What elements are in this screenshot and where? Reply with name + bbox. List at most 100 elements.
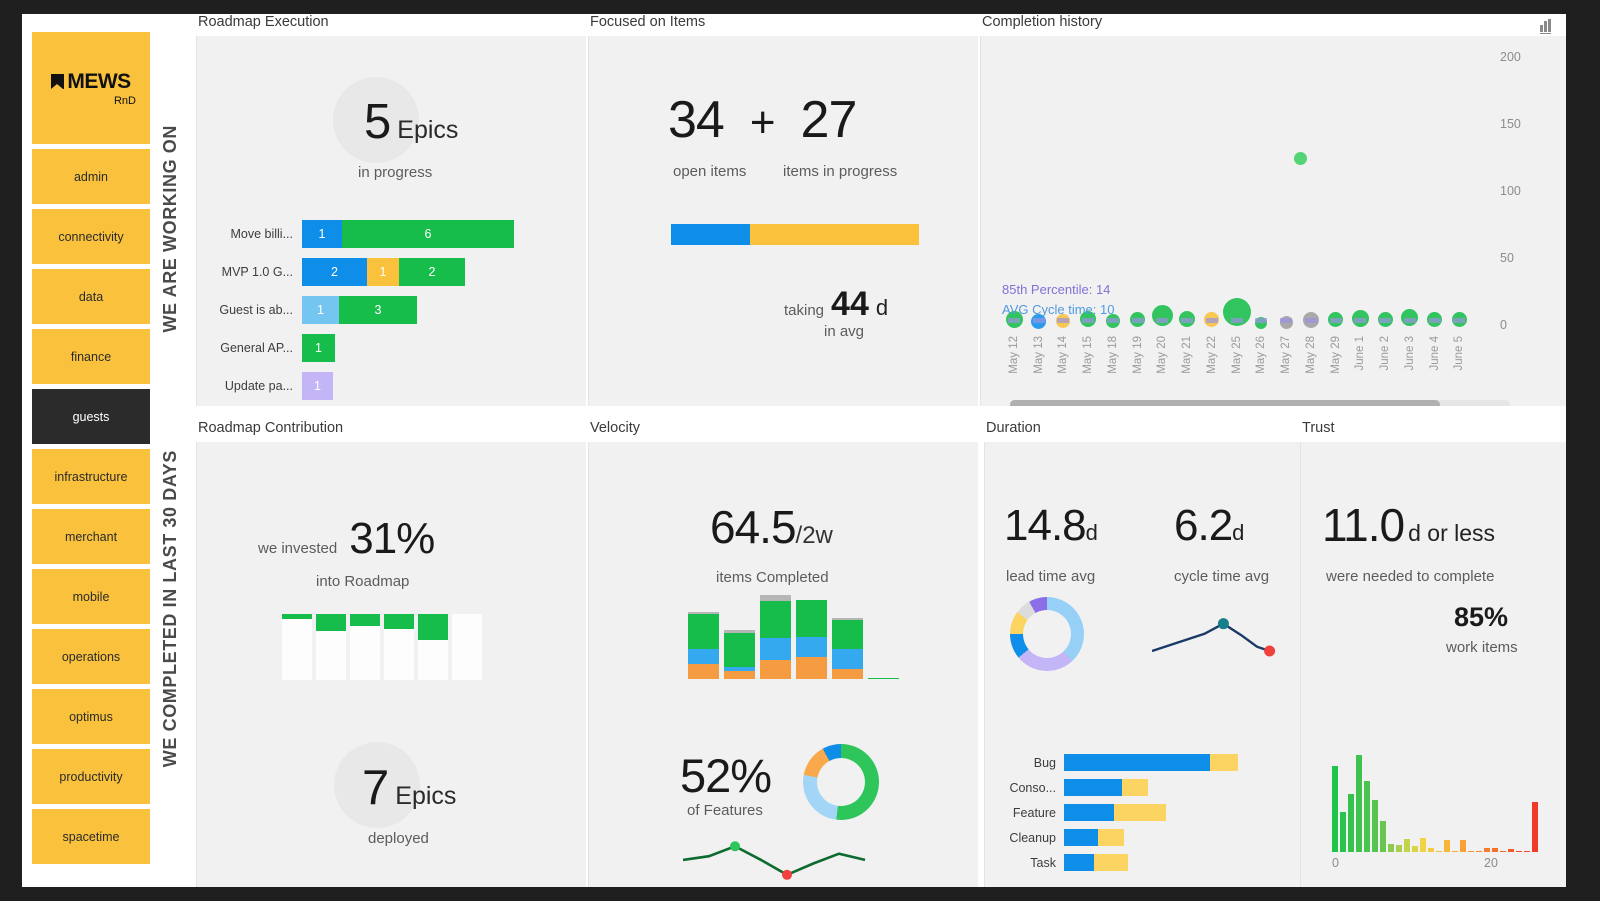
contribution-bar[interactable]: [384, 614, 414, 680]
contribution-bar[interactable]: [418, 614, 448, 680]
velocity-bar[interactable]: [796, 599, 827, 679]
panel-duration: Duration 14.8 d lead time avg 6.2 d cycl…: [984, 420, 1300, 887]
trust-histogram-bar[interactable]: [1492, 847, 1498, 852]
trust-histogram-bar[interactable]: [1412, 845, 1418, 852]
trust-histogram-bar[interactable]: [1524, 851, 1530, 852]
trust-histogram-bar[interactable]: [1396, 844, 1402, 852]
trust-histogram-bar[interactable]: [1452, 851, 1458, 852]
sidebar-item-spacetime[interactable]: spacetime: [32, 809, 150, 864]
trust-histogram-bar[interactable]: [1380, 820, 1386, 852]
items-in-progress-value: 27: [800, 91, 858, 149]
percentile-marker: [1354, 318, 1367, 323]
trust-histogram-bar[interactable]: [1532, 801, 1538, 852]
lead-time-caption: lead time avg: [1006, 568, 1096, 585]
duration-bar-segment[interactable]: [1064, 804, 1114, 821]
sidebar-item-data[interactable]: data: [32, 269, 150, 324]
roadmap-execution-row-bars: 16: [302, 220, 514, 248]
percentile-marker: [1082, 318, 1095, 323]
brand-logo-tile[interactable]: MEWS RnD: [32, 32, 150, 144]
roadmap-execution-bar-segment[interactable]: 1: [367, 258, 399, 286]
duration-bar-segment[interactable]: [1094, 854, 1128, 871]
trust-histogram-bar[interactable]: [1332, 765, 1338, 852]
completion-history-scrollbar[interactable]: [1010, 400, 1510, 406]
velocity-stacked-bars: [688, 594, 899, 679]
duration-bar-segment[interactable]: [1064, 829, 1098, 846]
velocity-bar[interactable]: [832, 617, 863, 679]
sidebar-item-label: mobile: [72, 589, 110, 604]
epics-value: 5: [364, 95, 391, 149]
trust-histogram-bar[interactable]: [1348, 794, 1354, 852]
duration-bar-segment[interactable]: [1064, 754, 1210, 771]
trust-histogram-bar[interactable]: [1364, 780, 1370, 852]
roadmap-execution-bar-segment[interactable]: 6: [342, 220, 514, 248]
trust-histogram: [1332, 742, 1542, 852]
trust-histogram-bar[interactable]: [1404, 839, 1410, 852]
roadmap-execution-bar-segment[interactable]: 1: [302, 220, 342, 248]
contribution-bar[interactable]: [282, 614, 312, 680]
trust-histogram-bar[interactable]: [1516, 851, 1522, 852]
sidebar-item-admin[interactable]: admin: [32, 149, 150, 204]
sidebar-item-infrastructure[interactable]: infrastructure: [32, 449, 150, 504]
duration-bar-segment[interactable]: [1098, 829, 1124, 846]
cycle-time-caption: cycle time avg: [1174, 568, 1270, 585]
panel-title-roadmap-contribution: Roadmap Contribution: [198, 420, 344, 436]
percentile-marker: [1453, 318, 1466, 323]
velocity-bar[interactable]: [724, 629, 755, 679]
trust-histogram-bar[interactable]: [1420, 838, 1426, 852]
trust-histogram-bar[interactable]: [1460, 840, 1466, 852]
contribution-bar[interactable]: [350, 614, 380, 680]
trust-histogram-bar[interactable]: [1356, 755, 1362, 852]
duration-bar-segment[interactable]: [1210, 754, 1238, 771]
velocity-bar[interactable]: [868, 678, 899, 679]
trust-stat: 11.0 d or less: [1322, 502, 1495, 548]
completion-history-point[interactable]: [1151, 305, 1173, 327]
trust-histogram-bar[interactable]: [1372, 799, 1378, 852]
sidebar-item-productivity[interactable]: productivity: [32, 749, 150, 804]
velocity-bar[interactable]: [688, 611, 719, 679]
roadmap-execution-bar-segment[interactable]: 1: [302, 334, 335, 362]
roadmap-execution-bar-segment[interactable]: 2: [399, 258, 465, 286]
scrollbar-thumb[interactable]: [1010, 400, 1440, 406]
trust-histogram-bar[interactable]: [1444, 840, 1450, 852]
trust-histogram-bar[interactable]: [1388, 843, 1394, 852]
trust-histogram-bar[interactable]: [1508, 848, 1514, 852]
trust-histogram-bar[interactable]: [1500, 851, 1506, 852]
velocity-bar[interactable]: [760, 594, 791, 679]
roadmap-execution-bar-segment[interactable]: 2: [302, 258, 367, 286]
trust-histogram-bar[interactable]: [1436, 851, 1442, 852]
top-band: [0, 0, 1600, 14]
x-tick-label: June 2: [1379, 336, 1392, 371]
sidebar-item-operations[interactable]: operations: [32, 629, 150, 684]
duration-bar-segment[interactable]: [1064, 779, 1122, 796]
velocity-bar-segment: [832, 620, 863, 650]
roadmap-execution-bar-segment[interactable]: 1: [302, 372, 333, 400]
velocity-bar-segment: [688, 613, 719, 650]
duration-bar-segment[interactable]: [1122, 779, 1148, 796]
trust-histogram-bar[interactable]: [1468, 851, 1474, 852]
duration-bar-segment[interactable]: [1114, 804, 1166, 821]
sidebar-item-optimus[interactable]: optimus: [32, 689, 150, 744]
roadmap-execution-row-bars: 1: [302, 334, 335, 362]
trust-histogram-bar[interactable]: [1340, 812, 1346, 852]
sidebar-item-mobile[interactable]: mobile: [32, 569, 150, 624]
trust-histogram-bar[interactable]: [1428, 847, 1434, 852]
roadmap-execution-row-label: Guest is ab...: [219, 303, 293, 317]
duration-row: Feature: [994, 802, 1238, 823]
sidebar-item-label: finance: [70, 349, 112, 364]
sidebar-item-connectivity[interactable]: connectivity: [32, 209, 150, 264]
sidebar-item-finance[interactable]: finance: [32, 329, 150, 384]
trust-histogram-bar[interactable]: [1476, 851, 1482, 852]
roadmap-execution-bar-segment[interactable]: 1: [302, 296, 339, 324]
contribution-bar[interactable]: [316, 614, 346, 680]
cycle-time-stat: 6.2 d: [1174, 504, 1244, 548]
trust-histogram-bar[interactable]: [1484, 847, 1490, 852]
contribution-bar[interactable]: [452, 614, 482, 680]
sidebar-item-guests[interactable]: guests: [32, 389, 150, 444]
sidebar-item-merchant[interactable]: merchant: [32, 509, 150, 564]
roadmap-execution-bar-segment[interactable]: 3: [339, 296, 417, 324]
roadmap-execution-row-label: General AP...: [220, 341, 293, 355]
lead-time-value: 14.8: [1004, 501, 1087, 550]
percentile-marker: [1304, 318, 1317, 323]
completion-history-point[interactable]: [1293, 151, 1307, 165]
duration-bar-segment[interactable]: [1064, 854, 1094, 871]
